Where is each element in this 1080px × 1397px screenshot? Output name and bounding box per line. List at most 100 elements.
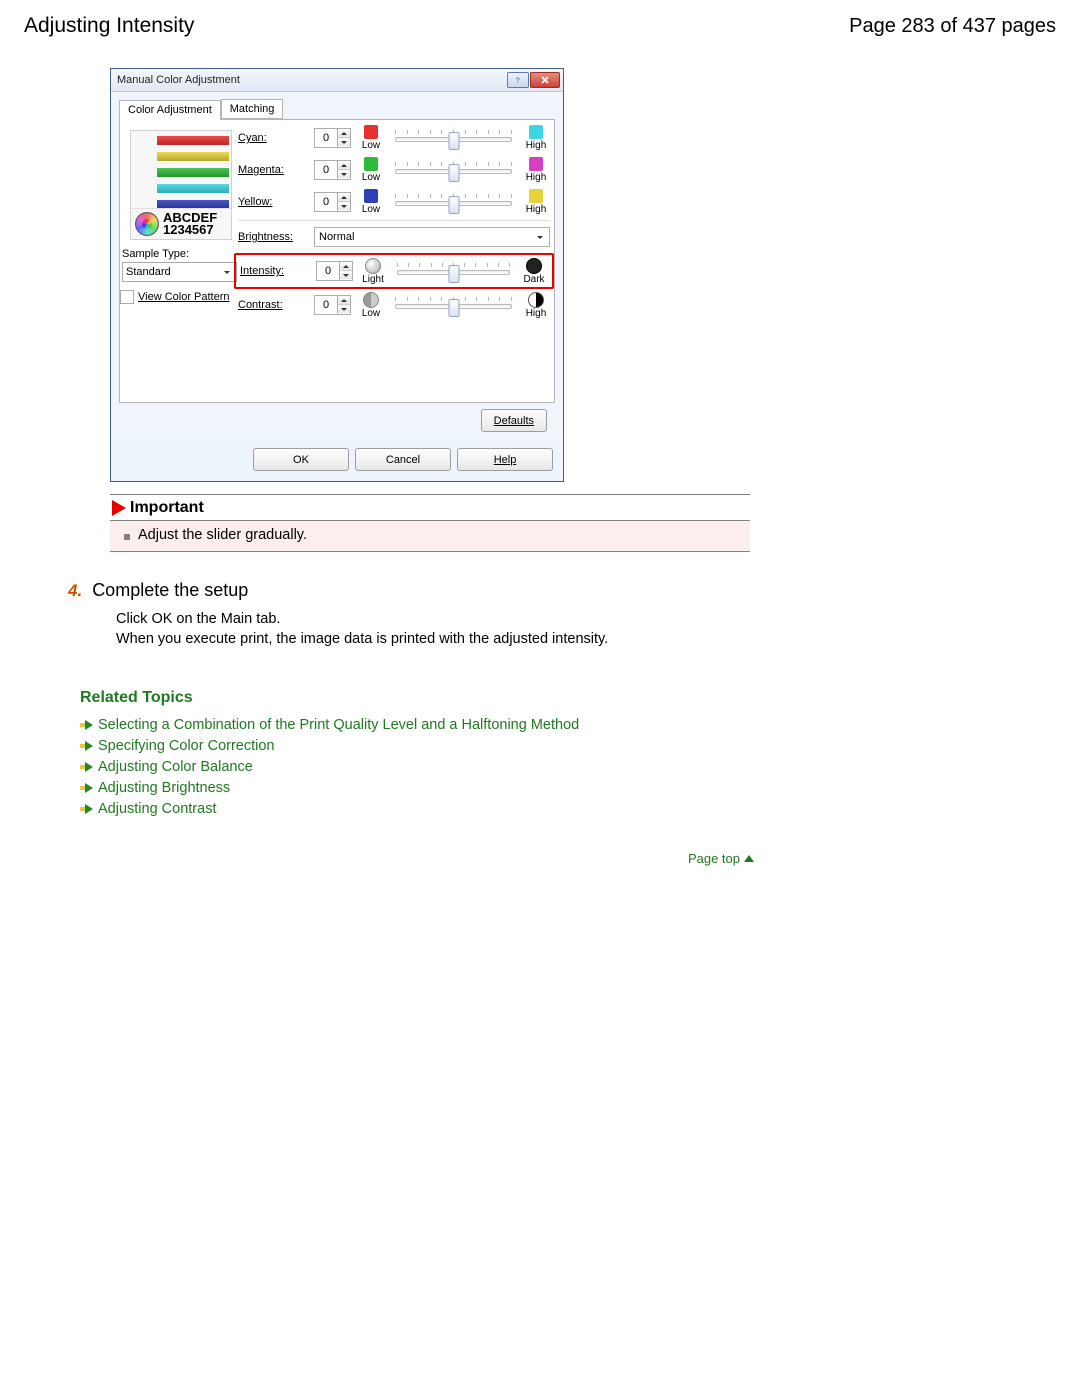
page-top-label: Page top	[688, 851, 740, 866]
cyan-low-swatch	[364, 125, 378, 139]
intensity-label: Intensity:	[240, 265, 310, 277]
related-link[interactable]: Adjusting Color Balance	[80, 759, 1056, 775]
view-color-pattern-checkbox[interactable]	[120, 290, 134, 304]
spin-down-icon[interactable]	[338, 201, 350, 210]
related-link-label: Adjusting Brightness	[98, 780, 230, 796]
important-text: Adjust the slider gradually.	[138, 527, 307, 543]
ok-button[interactable]: OK	[253, 448, 349, 471]
step-title: Complete the setup	[92, 580, 248, 601]
pencil-icon	[133, 182, 157, 196]
tab-panel-color-adjustment: ABCDEF 1234567 Sample Type: Standard	[119, 120, 555, 403]
arrow-right-icon	[85, 720, 93, 730]
related-link[interactable]: Selecting a Combination of the Print Qua…	[80, 717, 1056, 733]
yellow-low-swatch	[364, 189, 378, 203]
defaults-button[interactable]: Defaults	[481, 409, 547, 432]
close-icon[interactable]	[530, 72, 560, 88]
contrast-low-icon	[363, 292, 379, 308]
yellow-high-label: High	[526, 204, 547, 215]
contrast-spinner[interactable]: 0	[314, 295, 351, 315]
page-title: Adjusting Intensity	[24, 14, 194, 38]
dialog-tabs: Color Adjustment Matching	[119, 99, 555, 120]
intensity-spinner[interactable]: 0	[316, 261, 353, 281]
related-link[interactable]: Adjusting Contrast	[80, 801, 1056, 817]
related-link-label: Adjusting Color Balance	[98, 759, 253, 775]
spin-down-icon[interactable]	[338, 304, 350, 313]
tab-color-adjustment[interactable]: Color Adjustment	[119, 100, 221, 120]
arrow-right-icon	[85, 741, 93, 751]
sample-type-select[interactable]: Standard	[122, 262, 237, 282]
contrast-slider[interactable]	[391, 295, 516, 315]
cyan-label: Cyan:	[238, 132, 308, 144]
spin-down-icon[interactable]	[340, 270, 352, 279]
pencil-icon	[133, 166, 157, 180]
brightness-label: Brightness:	[238, 231, 308, 243]
cyan-high-label: High	[526, 140, 547, 151]
chevron-down-icon	[533, 230, 547, 244]
spin-up-icon[interactable]	[338, 161, 350, 169]
important-heading: Important	[130, 499, 204, 517]
sample-type-value: Standard	[126, 266, 171, 278]
cyan-spinner[interactable]: 0	[314, 128, 351, 148]
brightness-select[interactable]: Normal	[314, 227, 550, 247]
color-preview: ABCDEF 1234567	[130, 130, 232, 240]
yellow-value: 0	[314, 192, 337, 212]
magenta-high-label: High	[526, 172, 547, 183]
arrow-right-icon	[85, 762, 93, 772]
page-top-link[interactable]: Page top	[24, 851, 1080, 866]
slider-thumb-icon[interactable]	[448, 299, 459, 317]
spin-up-icon[interactable]	[338, 129, 350, 137]
intensity-light-icon	[365, 258, 381, 274]
cancel-button[interactable]: Cancel	[355, 448, 451, 471]
related-link-label: Specifying Color Correction	[98, 738, 275, 754]
magenta-low-swatch	[364, 157, 378, 171]
yellow-label: Yellow:	[238, 196, 308, 208]
spin-down-icon[interactable]	[338, 169, 350, 178]
manual-color-adjustment-dialog: Manual Color Adjustment ? Color Adjustme…	[110, 68, 564, 482]
related-link[interactable]: Specifying Color Correction	[80, 738, 1056, 754]
square-bullet-icon	[124, 534, 130, 540]
yellow-slider[interactable]	[391, 192, 516, 212]
help-button[interactable]: Help	[457, 448, 553, 471]
preview-text-line2: 1234567	[163, 224, 217, 236]
contrast-high-label: High	[526, 308, 547, 319]
cyan-slider[interactable]	[391, 128, 516, 148]
contrast-label: Contrast:	[238, 299, 308, 311]
yellow-high-swatch	[529, 189, 543, 203]
pencil-icon	[133, 134, 157, 148]
magenta-spinner[interactable]: 0	[314, 160, 351, 180]
slider-thumb-icon[interactable]	[448, 164, 459, 182]
intensity-high-label: Dark	[523, 274, 544, 285]
arrow-right-icon	[85, 783, 93, 793]
magenta-slider[interactable]	[391, 160, 516, 180]
slider-thumb-icon[interactable]	[448, 132, 459, 150]
view-color-pattern-label: View Color Pattern	[138, 291, 230, 303]
yellow-low-label: Low	[362, 204, 380, 215]
spin-down-icon[interactable]	[338, 137, 350, 146]
sample-type-label: Sample Type:	[122, 248, 237, 260]
spin-up-icon[interactable]	[340, 262, 352, 270]
page-indicator: Page 283 of 437 pages	[849, 15, 1056, 38]
tab-matching[interactable]: Matching	[221, 99, 284, 119]
intensity-dark-icon	[526, 258, 542, 274]
spin-up-icon[interactable]	[338, 193, 350, 201]
important-callout: Important Adjust the slider gradually.	[110, 494, 750, 552]
contrast-high-icon	[528, 292, 544, 308]
chevron-down-icon	[219, 264, 234, 280]
yellow-spinner[interactable]: 0	[314, 192, 351, 212]
cyan-value: 0	[314, 128, 337, 148]
related-link[interactable]: Adjusting Brightness	[80, 780, 1056, 796]
arrow-right-icon	[85, 804, 93, 814]
intensity-slider[interactable]	[393, 261, 514, 281]
dialog-titlebar: Manual Color Adjustment ?	[111, 69, 563, 92]
help-button-icon[interactable]: ?	[507, 72, 529, 88]
intensity-value: 0	[316, 261, 339, 281]
intensity-low-label: Light	[362, 274, 384, 285]
contrast-low-label: Low	[362, 308, 380, 319]
related-topics-heading: Related Topics	[80, 689, 1056, 707]
cyan-low-label: Low	[362, 140, 380, 151]
slider-thumb-icon[interactable]	[448, 265, 459, 283]
slider-thumb-icon[interactable]	[448, 196, 459, 214]
related-link-label: Adjusting Contrast	[98, 801, 216, 817]
play-icon	[112, 500, 126, 516]
spin-up-icon[interactable]	[338, 296, 350, 304]
